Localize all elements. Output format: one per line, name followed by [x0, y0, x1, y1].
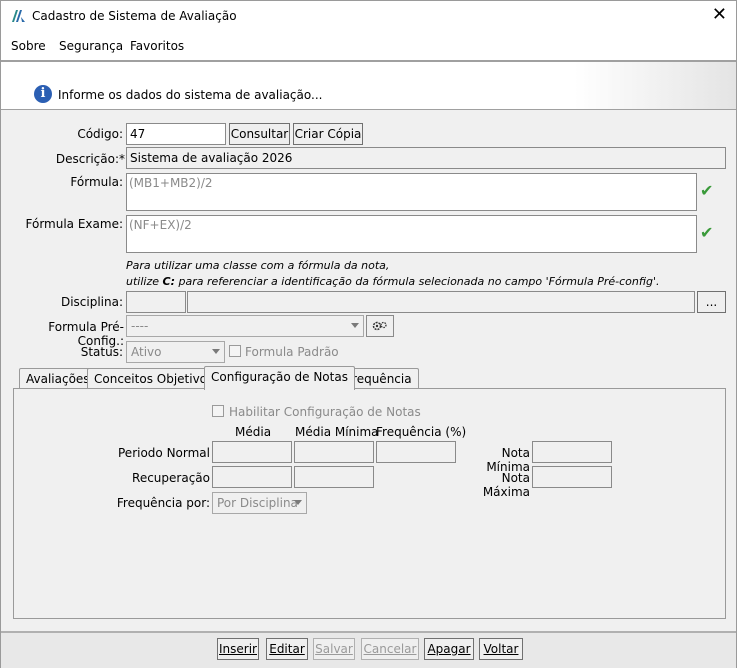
apagar-button[interactable]: Apagar: [424, 638, 474, 660]
menu-sobre[interactable]: Sobre: [11, 39, 46, 53]
formula-note-line1: Para utilizar uma classe com a fórmula d…: [126, 259, 390, 272]
formula-exame-textarea[interactable]: (NF+EX)/2: [126, 215, 697, 253]
info-banner: i Informe os dados do sistema de avaliaç…: [1, 60, 736, 110]
editar-button[interactable]: Editar: [266, 638, 308, 660]
formula-config-gear-button[interactable]: [366, 315, 394, 337]
disciplina-label: Disciplina:: [60, 295, 123, 309]
chevron-down-icon: [212, 349, 220, 354]
info-icon: i: [34, 85, 52, 103]
consultar-button[interactable]: Consultar: [229, 123, 290, 145]
frequencia-por-label: Frequência por:: [116, 496, 210, 510]
descricao-label: Descrição:*: [55, 152, 125, 166]
formula-exame-valid-check-icon: ✔: [700, 223, 714, 242]
nota-minima-field[interactable]: [532, 441, 612, 463]
descricao-field[interactable]: Sistema de avaliação 2026: [126, 147, 726, 169]
formula-textarea[interactable]: (MB1+MB2)/2: [126, 173, 697, 211]
close-icon[interactable]: ✕: [712, 5, 727, 25]
formula-preconfig-select[interactable]: ----: [126, 315, 364, 337]
title-bar: Cadastro de Sistema de Avaliação ✕: [1, 1, 736, 32]
habilitar-config-checkbox[interactable]: [212, 405, 224, 417]
formula-preconfig-label: Formula Pré-Config.:: [48, 320, 124, 348]
voltar-button[interactable]: Voltar: [479, 638, 523, 660]
info-message: Informe os dados do sistema de avaliação…: [58, 88, 323, 102]
col-frequencia-header: Frequência (%): [376, 425, 467, 439]
col-media-minima-header: Média Mínima: [295, 425, 379, 439]
status-label: Status:: [80, 345, 123, 359]
window: Cadastro de Sistema de Avaliação ✕ Sobre…: [0, 0, 737, 668]
codigo-label: Código:: [77, 127, 123, 141]
nota-maxima-field[interactable]: [532, 466, 612, 488]
formula-valid-check-icon: ✔: [700, 181, 714, 200]
cancelar-button[interactable]: Cancelar: [361, 638, 419, 660]
codigo-field[interactable]: 47: [126, 123, 226, 145]
app-logo-icon: [12, 10, 25, 22]
habilitar-config-label: Habilitar Configuração de Notas: [229, 405, 421, 419]
menu-bar: Sobre Segurança Favoritos: [1, 32, 736, 60]
formula-note-line2: utilize C: para referenciar a identifica…: [126, 275, 660, 288]
gear-icon: [372, 321, 387, 331]
col-media-header: Média: [235, 425, 272, 439]
chevron-down-icon: [294, 500, 302, 505]
window-title: Cadastro de Sistema de Avaliação: [32, 9, 237, 23]
tab-conceitos-objetivos[interactable]: Conceitos Objetivos: [87, 368, 221, 389]
recuperacao-media-field[interactable]: [212, 466, 292, 488]
criar-copia-button[interactable]: Criar Cópia: [293, 123, 363, 145]
status-select[interactable]: Ativo: [126, 341, 225, 363]
periodo-normal-label: Periodo Normal: [118, 446, 210, 460]
periodo-media-minima-field[interactable]: [294, 441, 374, 463]
tab-avaliacoes[interactable]: Avaliações: [19, 368, 97, 389]
periodo-media-field[interactable]: [212, 441, 292, 463]
formula-padrao-checkbox[interactable]: [229, 345, 241, 357]
recuperacao-label: Recuperação: [132, 471, 210, 485]
periodo-frequencia-field[interactable]: [376, 441, 456, 463]
menu-favoritos[interactable]: Favoritos: [130, 39, 184, 53]
disciplina-code-field[interactable]: [126, 291, 186, 313]
menu-seguranca[interactable]: Segurança: [59, 39, 123, 53]
frequencia-por-select[interactable]: Por Disciplina: [212, 492, 307, 514]
nota-minima-label: Nota Mínima: [486, 446, 530, 474]
salvar-button[interactable]: Salvar: [313, 638, 355, 660]
formula-padrao-label: Formula Padrão: [245, 345, 339, 359]
chevron-down-icon: [351, 323, 359, 328]
disciplina-name-field[interactable]: [187, 291, 695, 313]
inserir-button[interactable]: Inserir: [217, 638, 259, 660]
recuperacao-media-minima-field[interactable]: [294, 466, 374, 488]
formula-exame-label: Fórmula Exame:: [25, 217, 124, 231]
disciplina-search-button[interactable]: ...: [697, 291, 726, 313]
tab-configuracao-de-notas[interactable]: Configuração de Notas: [204, 366, 355, 390]
formula-label: Fórmula:: [70, 175, 123, 189]
nota-maxima-label: Nota Máxima: [482, 471, 530, 499]
